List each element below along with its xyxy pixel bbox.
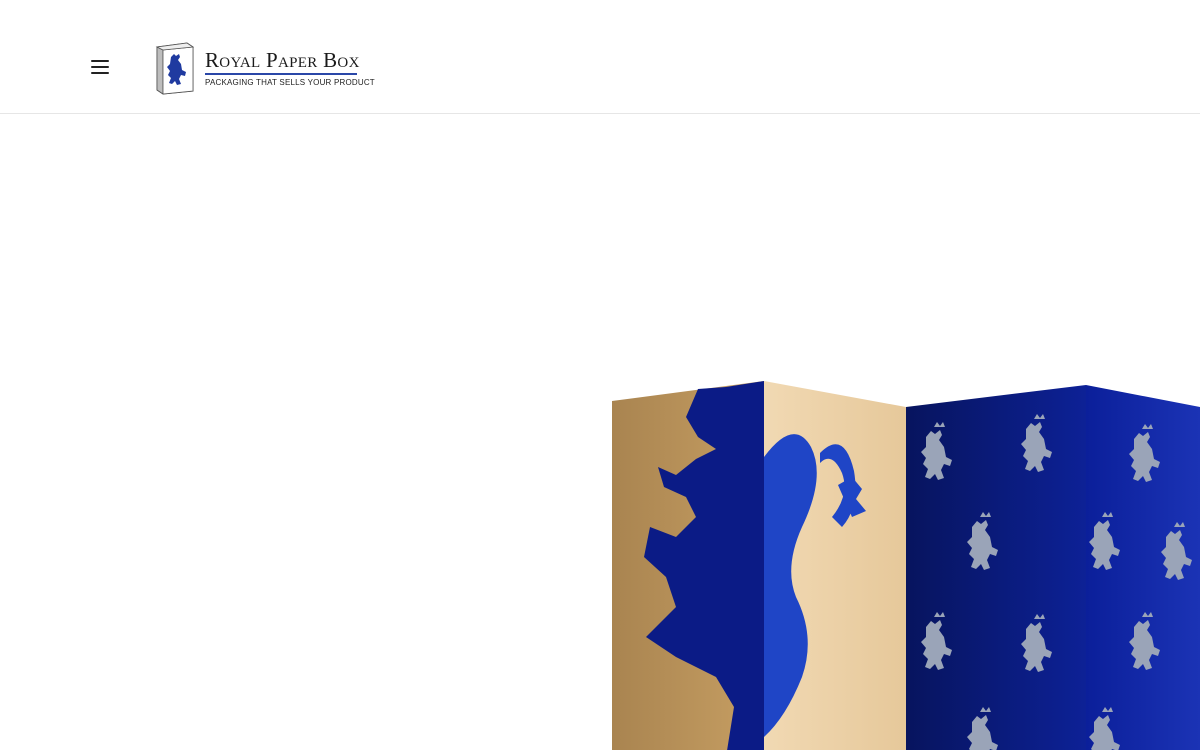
logo-rule [205, 73, 357, 75]
hero-section [0, 115, 1200, 750]
site-header: Royal Paper Box PACKAGING THAT SELLS YOU… [0, 0, 1200, 114]
lion-box-emblem-icon [155, 42, 195, 95]
site-logo[interactable]: Royal Paper Box PACKAGING THAT SELLS YOU… [153, 40, 375, 96]
menu-line [91, 60, 109, 62]
logo-title: Royal Paper Box [205, 48, 360, 72]
logo-text: Royal Paper Box PACKAGING THAT SELLS YOU… [205, 49, 375, 87]
menu-line [91, 72, 109, 74]
logo-tagline: PACKAGING THAT SELLS YOUR PRODUCT [205, 78, 375, 87]
hamburger-menu-icon[interactable] [84, 52, 116, 82]
menu-line [91, 66, 109, 68]
folding-box-lion-pattern-image [612, 381, 1200, 750]
